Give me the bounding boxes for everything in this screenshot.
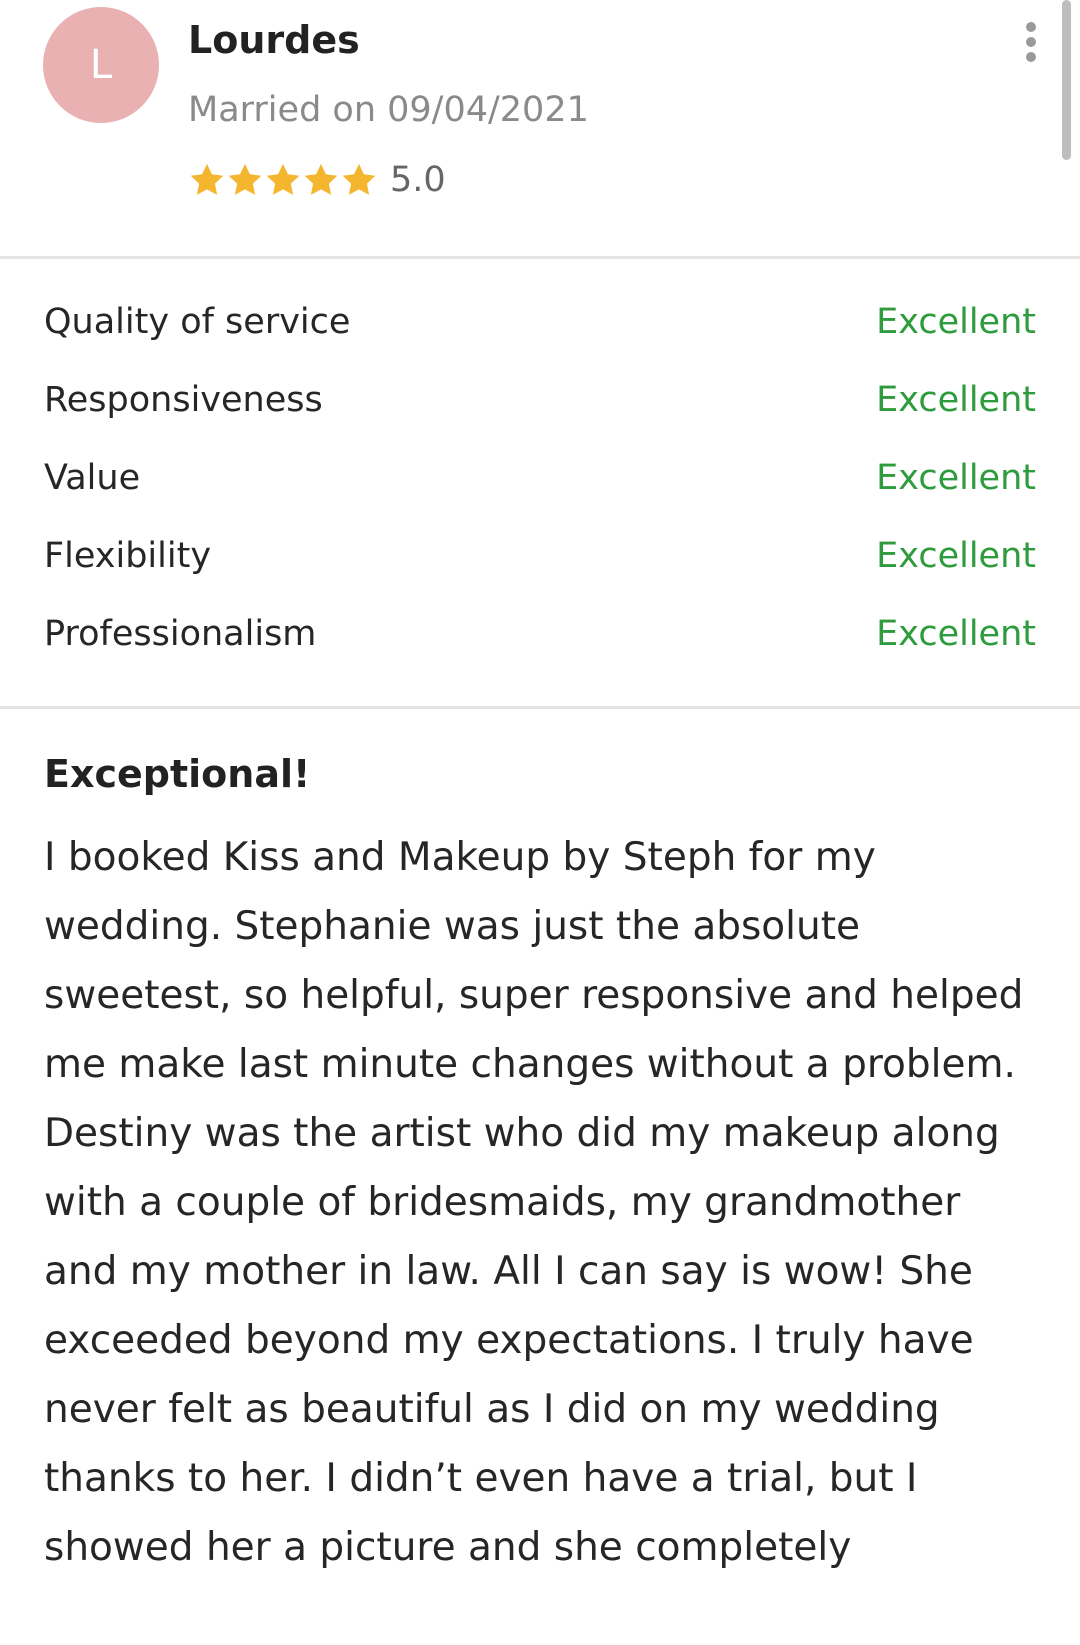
star-icon: [264, 161, 302, 199]
rating-grade: Excellent: [876, 380, 1036, 420]
more-vertical-icon[interactable]: [1014, 22, 1048, 62]
menu-dot: [1026, 52, 1036, 62]
review-title: Exceptional!: [44, 752, 311, 796]
menu-dot: [1026, 22, 1036, 32]
avatar: L: [43, 7, 159, 123]
reviewer-name[interactable]: Lourdes: [188, 14, 360, 66]
star-icon: [340, 161, 378, 199]
star-icon: [188, 161, 226, 199]
rating-row-quality: Quality of service Excellent: [0, 289, 1080, 367]
rating-grade: Excellent: [876, 458, 1036, 498]
rating-label: Quality of service: [44, 302, 351, 342]
menu-dot: [1026, 37, 1036, 47]
rating-row-responsiveness: Responsiveness Excellent: [0, 367, 1080, 445]
rating-label: Value: [44, 458, 141, 498]
review-body: I booked Kiss and Makeup by Steph for my…: [44, 835, 1024, 1570]
overall-rating: 5.0: [188, 152, 446, 208]
rating-grade: Excellent: [876, 614, 1036, 654]
divider: [0, 706, 1080, 709]
rating-label: Responsiveness: [44, 380, 323, 420]
star-rating: [188, 161, 378, 199]
scrollbar[interactable]: [1062, 0, 1071, 160]
rating-grade: Excellent: [876, 302, 1036, 342]
rating-row-professionalism: Professionalism Excellent: [0, 601, 1080, 679]
review-header: L Lourdes Married on 09/04/2021 5.0: [0, 0, 1080, 258]
rating-label: Professionalism: [44, 614, 317, 654]
rating-grade: Excellent: [876, 536, 1036, 576]
divider: [0, 256, 1080, 259]
rating-row-value: Value Excellent: [0, 445, 1080, 523]
rating-label: Flexibility: [44, 536, 212, 576]
ratings-list: Quality of service Excellent Responsiven…: [0, 289, 1080, 679]
rating-row-flexibility: Flexibility Excellent: [0, 523, 1080, 601]
star-icon: [226, 161, 264, 199]
star-icon: [302, 161, 340, 199]
married-date: Married on 09/04/2021: [188, 90, 589, 130]
rating-value: 5.0: [390, 160, 446, 200]
